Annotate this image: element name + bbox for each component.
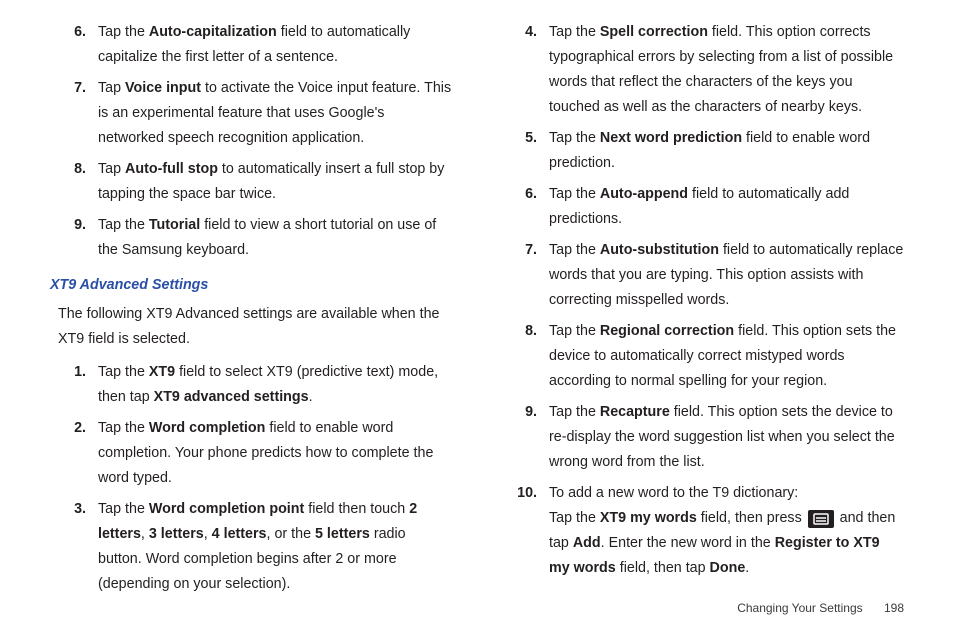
item-number: 8.	[501, 319, 549, 344]
item-number: 6.	[50, 20, 98, 45]
list-item: 4. Tap the Spell correction field. This …	[501, 20, 904, 120]
list-left-b: 1. Tap the XT9 field to select XT9 (pred…	[50, 360, 453, 597]
list-item: 8. Tap the Regional correction field. Th…	[501, 319, 904, 394]
page-content: 6. Tap the Auto-capitalization field to …	[0, 0, 954, 590]
section-heading-xt9: XT9 Advanced Settings	[50, 273, 453, 298]
item-body: Tap the Word completion field to enable …	[98, 416, 453, 491]
right-column: 4. Tap the Spell correction field. This …	[501, 20, 904, 590]
list-item: 9. Tap the Recapture field. This option …	[501, 400, 904, 475]
list-item: 2. Tap the Word completion field to enab…	[50, 416, 453, 491]
item-number: 9.	[50, 213, 98, 238]
item-body: Tap the Tutorial field to view a short t…	[98, 213, 453, 263]
list-item: 8. Tap Auto-full stop to automatically i…	[50, 157, 453, 207]
section-intro: The following XT9 Advanced settings are …	[58, 302, 453, 352]
list-item: 3. Tap the Word completion point field t…	[50, 497, 453, 597]
item-body: Tap the Recapture field. This option set…	[549, 400, 904, 475]
item-number: 5.	[501, 126, 549, 151]
footer-page-number: 198	[884, 601, 904, 615]
item-number: 4.	[501, 20, 549, 45]
item-number: 2.	[50, 416, 98, 441]
item-body: Tap the Spell correction field. This opt…	[549, 20, 904, 120]
list-item: 7. Tap the Auto-substitution field to au…	[501, 238, 904, 313]
item-body: Tap the Regional correction field. This …	[549, 319, 904, 394]
list-item: 9. Tap the Tutorial field to view a shor…	[50, 213, 453, 263]
list-item: 5. Tap the Next word prediction field to…	[501, 126, 904, 176]
left-column: 6. Tap the Auto-capitalization field to …	[50, 20, 453, 590]
item-body: Tap Auto-full stop to automatically inse…	[98, 157, 453, 207]
item-body: Tap the Auto-substitution field to autom…	[549, 238, 904, 313]
list-item: 7. Tap Voice input to activate the Voice…	[50, 76, 453, 151]
item-number: 8.	[50, 157, 98, 182]
list-item: 6. Tap the Auto-capitalization field to …	[50, 20, 453, 70]
item-body: Tap Voice input to activate the Voice in…	[98, 76, 453, 151]
item-body: Tap the Next word prediction field to en…	[549, 126, 904, 176]
list-item: 1. Tap the XT9 field to select XT9 (pred…	[50, 360, 453, 410]
item-body: Tap the XT9 field to select XT9 (predict…	[98, 360, 453, 410]
list-left-a: 6. Tap the Auto-capitalization field to …	[50, 20, 453, 263]
item-number: 7.	[50, 76, 98, 101]
page-footer: Changing Your Settings 198	[0, 598, 954, 619]
item10-line1: To add a new word to the T9 dictionary:	[549, 485, 798, 501]
list-item: 10. To add a new word to the T9 dictiona…	[501, 481, 904, 581]
item-number: 7.	[501, 238, 549, 263]
item-number: 3.	[50, 497, 98, 522]
item-number: 9.	[501, 400, 549, 425]
item-body: Tap the Auto-append field to automatical…	[549, 182, 904, 232]
item-number: 10.	[501, 481, 549, 506]
footer-section: Changing Your Settings	[737, 601, 862, 615]
list-right: 4. Tap the Spell correction field. This …	[501, 20, 904, 581]
item-body: To add a new word to the T9 dictionary: …	[549, 481, 904, 581]
item-number: 6.	[501, 182, 549, 207]
list-item: 6. Tap the Auto-append field to automati…	[501, 182, 904, 232]
menu-key-icon	[808, 510, 834, 528]
item-body: Tap the Word completion point field then…	[98, 497, 453, 597]
item-body: Tap the Auto-capitalization field to aut…	[98, 20, 453, 70]
item-number: 1.	[50, 360, 98, 385]
